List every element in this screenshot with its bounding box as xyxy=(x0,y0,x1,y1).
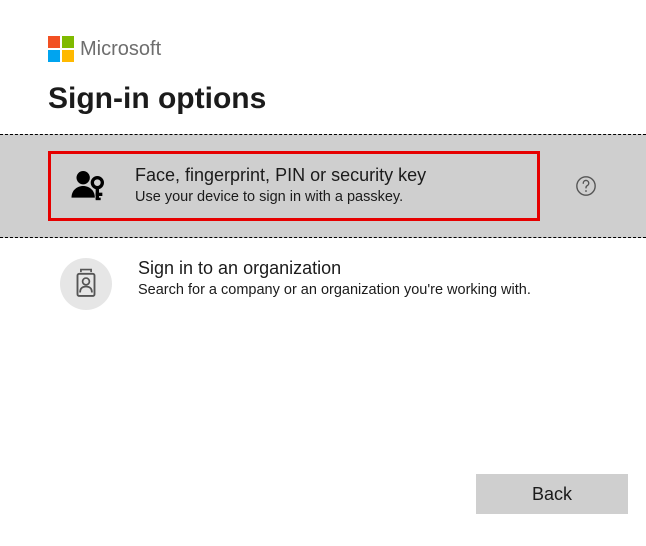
option-passkey[interactable]: Face, fingerprint, PIN or security key U… xyxy=(48,151,540,221)
back-button[interactable]: Back xyxy=(476,474,628,514)
page-title: Sign-in options xyxy=(48,82,598,116)
help-icon[interactable] xyxy=(574,174,598,198)
option-passkey-title: Face, fingerprint, PIN or security key xyxy=(135,165,523,186)
microsoft-logo-icon xyxy=(48,36,74,62)
option-organization[interactable]: Sign in to an organization Search for a … xyxy=(0,238,646,330)
brand-name: Microsoft xyxy=(80,38,161,61)
passkey-icon xyxy=(65,162,113,210)
option-passkey-row: Face, fingerprint, PIN or security key U… xyxy=(0,134,646,238)
option-passkey-desc: Use your device to sign in with a passke… xyxy=(135,188,523,208)
badge-icon xyxy=(60,258,112,310)
option-organization-desc: Search for a company or an organization … xyxy=(138,281,538,301)
option-organization-title: Sign in to an organization xyxy=(138,258,538,279)
brand: Microsoft xyxy=(48,36,598,62)
